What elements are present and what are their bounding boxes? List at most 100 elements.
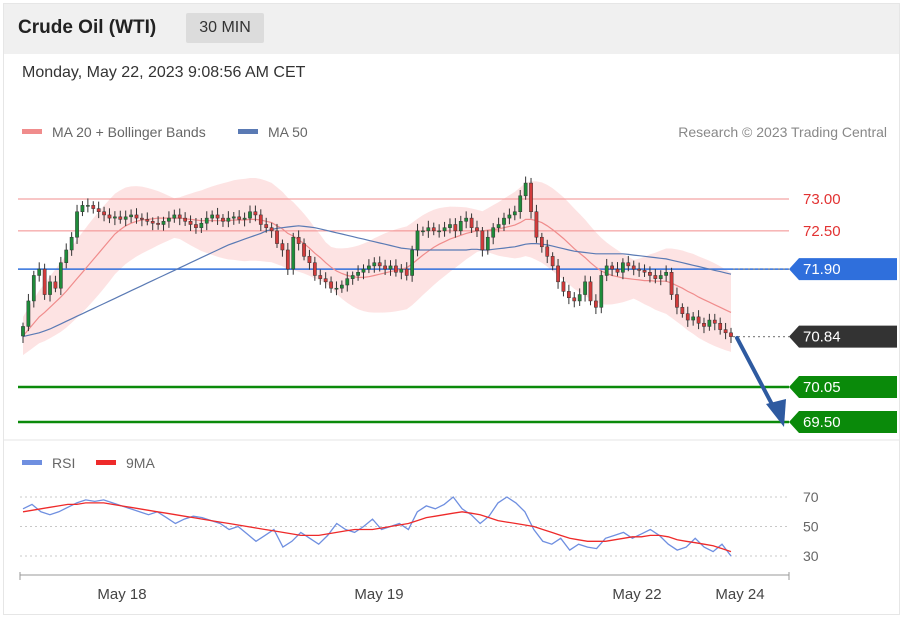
candle-body bbox=[199, 222, 204, 228]
candle-body bbox=[269, 227, 274, 232]
rsi-legend: RSI 9MA bbox=[22, 455, 155, 471]
resistance-label: 72.50 bbox=[803, 223, 841, 240]
resistance-label: 73.00 bbox=[803, 191, 841, 208]
candle-body bbox=[399, 268, 404, 273]
candle-body bbox=[242, 217, 247, 220]
candle-body bbox=[696, 316, 701, 324]
candle-body bbox=[145, 219, 150, 222]
candle-body bbox=[350, 275, 355, 279]
candle-body bbox=[426, 227, 431, 232]
candle-body bbox=[485, 236, 490, 251]
candle-body bbox=[502, 217, 506, 225]
ma9-legend-swatch bbox=[96, 460, 116, 465]
candle-body bbox=[653, 275, 658, 279]
candle-body bbox=[123, 216, 128, 220]
candle-body bbox=[129, 214, 133, 218]
price-chart: MA 20 + Bollinger Bands MA 50 Research ©… bbox=[4, 124, 899, 603]
candle-body bbox=[577, 294, 582, 302]
candle-body bbox=[729, 332, 733, 337]
candle-body bbox=[631, 265, 636, 270]
candle-body bbox=[53, 281, 58, 289]
candle-body bbox=[496, 224, 501, 228]
candle-body bbox=[167, 217, 171, 222]
candle-body bbox=[599, 275, 604, 308]
ma50-legend-label: MA 50 bbox=[268, 124, 308, 140]
candle-body bbox=[296, 236, 301, 244]
candle-body bbox=[431, 227, 436, 232]
candle-body bbox=[188, 221, 193, 225]
candle-body bbox=[518, 195, 523, 212]
candle-body bbox=[567, 291, 571, 299]
candle-body bbox=[107, 214, 112, 219]
candle-body bbox=[469, 217, 474, 228]
candle-body bbox=[48, 281, 52, 295]
candle-body bbox=[221, 217, 225, 222]
ma50-legend-swatch bbox=[238, 129, 258, 134]
candle-body bbox=[302, 243, 306, 257]
candle-body bbox=[231, 216, 236, 219]
candle-body bbox=[648, 272, 652, 276]
candle-body bbox=[475, 227, 479, 232]
candle-body bbox=[280, 243, 285, 251]
candle-body bbox=[594, 300, 598, 308]
copyright-text: Research © 2023 Trading Central bbox=[678, 124, 887, 140]
candle-body bbox=[58, 262, 63, 289]
candle-body bbox=[356, 272, 360, 276]
candle-body bbox=[583, 281, 587, 295]
candle-body bbox=[383, 265, 387, 270]
candle-body bbox=[215, 214, 220, 219]
candle-body bbox=[534, 211, 539, 238]
candle-body bbox=[442, 227, 447, 232]
candle-body bbox=[529, 182, 533, 212]
ma9-legend-label: 9MA bbox=[126, 455, 155, 471]
candle-body bbox=[226, 217, 231, 222]
candle-body bbox=[604, 265, 609, 276]
candle-body bbox=[448, 224, 452, 228]
candle-body bbox=[113, 216, 117, 219]
candle-body bbox=[258, 214, 263, 225]
candle-body bbox=[702, 322, 706, 327]
candle-body bbox=[334, 287, 339, 290]
candle-body bbox=[588, 281, 593, 302]
candle-body bbox=[318, 275, 323, 279]
candle-body bbox=[285, 249, 290, 270]
candle-body bbox=[550, 256, 555, 267]
candle-body bbox=[642, 270, 647, 273]
candle-body bbox=[323, 278, 328, 283]
candle-body bbox=[91, 205, 96, 209]
bollinger-bands bbox=[23, 178, 731, 356]
x-tick-label: May 19 bbox=[354, 586, 403, 603]
candle-body bbox=[664, 272, 669, 276]
candle-body bbox=[458, 221, 463, 232]
candle-body bbox=[404, 268, 409, 276]
rsi-tick-label: 50 bbox=[803, 519, 819, 535]
candle-body bbox=[253, 211, 258, 216]
candle-body bbox=[118, 216, 123, 220]
current-label: 70.84 bbox=[803, 329, 841, 346]
candle-body bbox=[610, 265, 614, 270]
rsi-legend-swatch bbox=[22, 460, 42, 465]
candle-body bbox=[707, 319, 712, 327]
candle-body bbox=[361, 268, 366, 273]
pivot-label: 71.90 bbox=[803, 261, 841, 278]
candle-body bbox=[134, 214, 139, 219]
candle-body bbox=[680, 307, 685, 314]
candle-body bbox=[161, 221, 166, 225]
arrow-shaft bbox=[735, 336, 777, 412]
candle-body bbox=[507, 214, 512, 219]
level-labels: 73.00 72.50 71.90 70.84 70.05 69.50 bbox=[789, 191, 897, 433]
candle-body bbox=[572, 297, 577, 302]
candle-body bbox=[37, 268, 42, 276]
candle-body bbox=[723, 329, 728, 334]
candle-body bbox=[80, 205, 85, 212]
candle-body bbox=[523, 182, 528, 197]
candle-body bbox=[556, 265, 560, 283]
candle-body bbox=[275, 230, 279, 244]
candle-body bbox=[140, 217, 144, 220]
candle-body bbox=[204, 217, 209, 224]
rsi-legend-label: RSI bbox=[52, 455, 75, 471]
candle-body bbox=[367, 265, 371, 270]
candle-body bbox=[102, 211, 106, 216]
rsi-tick-label: 30 bbox=[803, 548, 819, 564]
candle-body bbox=[415, 230, 420, 251]
